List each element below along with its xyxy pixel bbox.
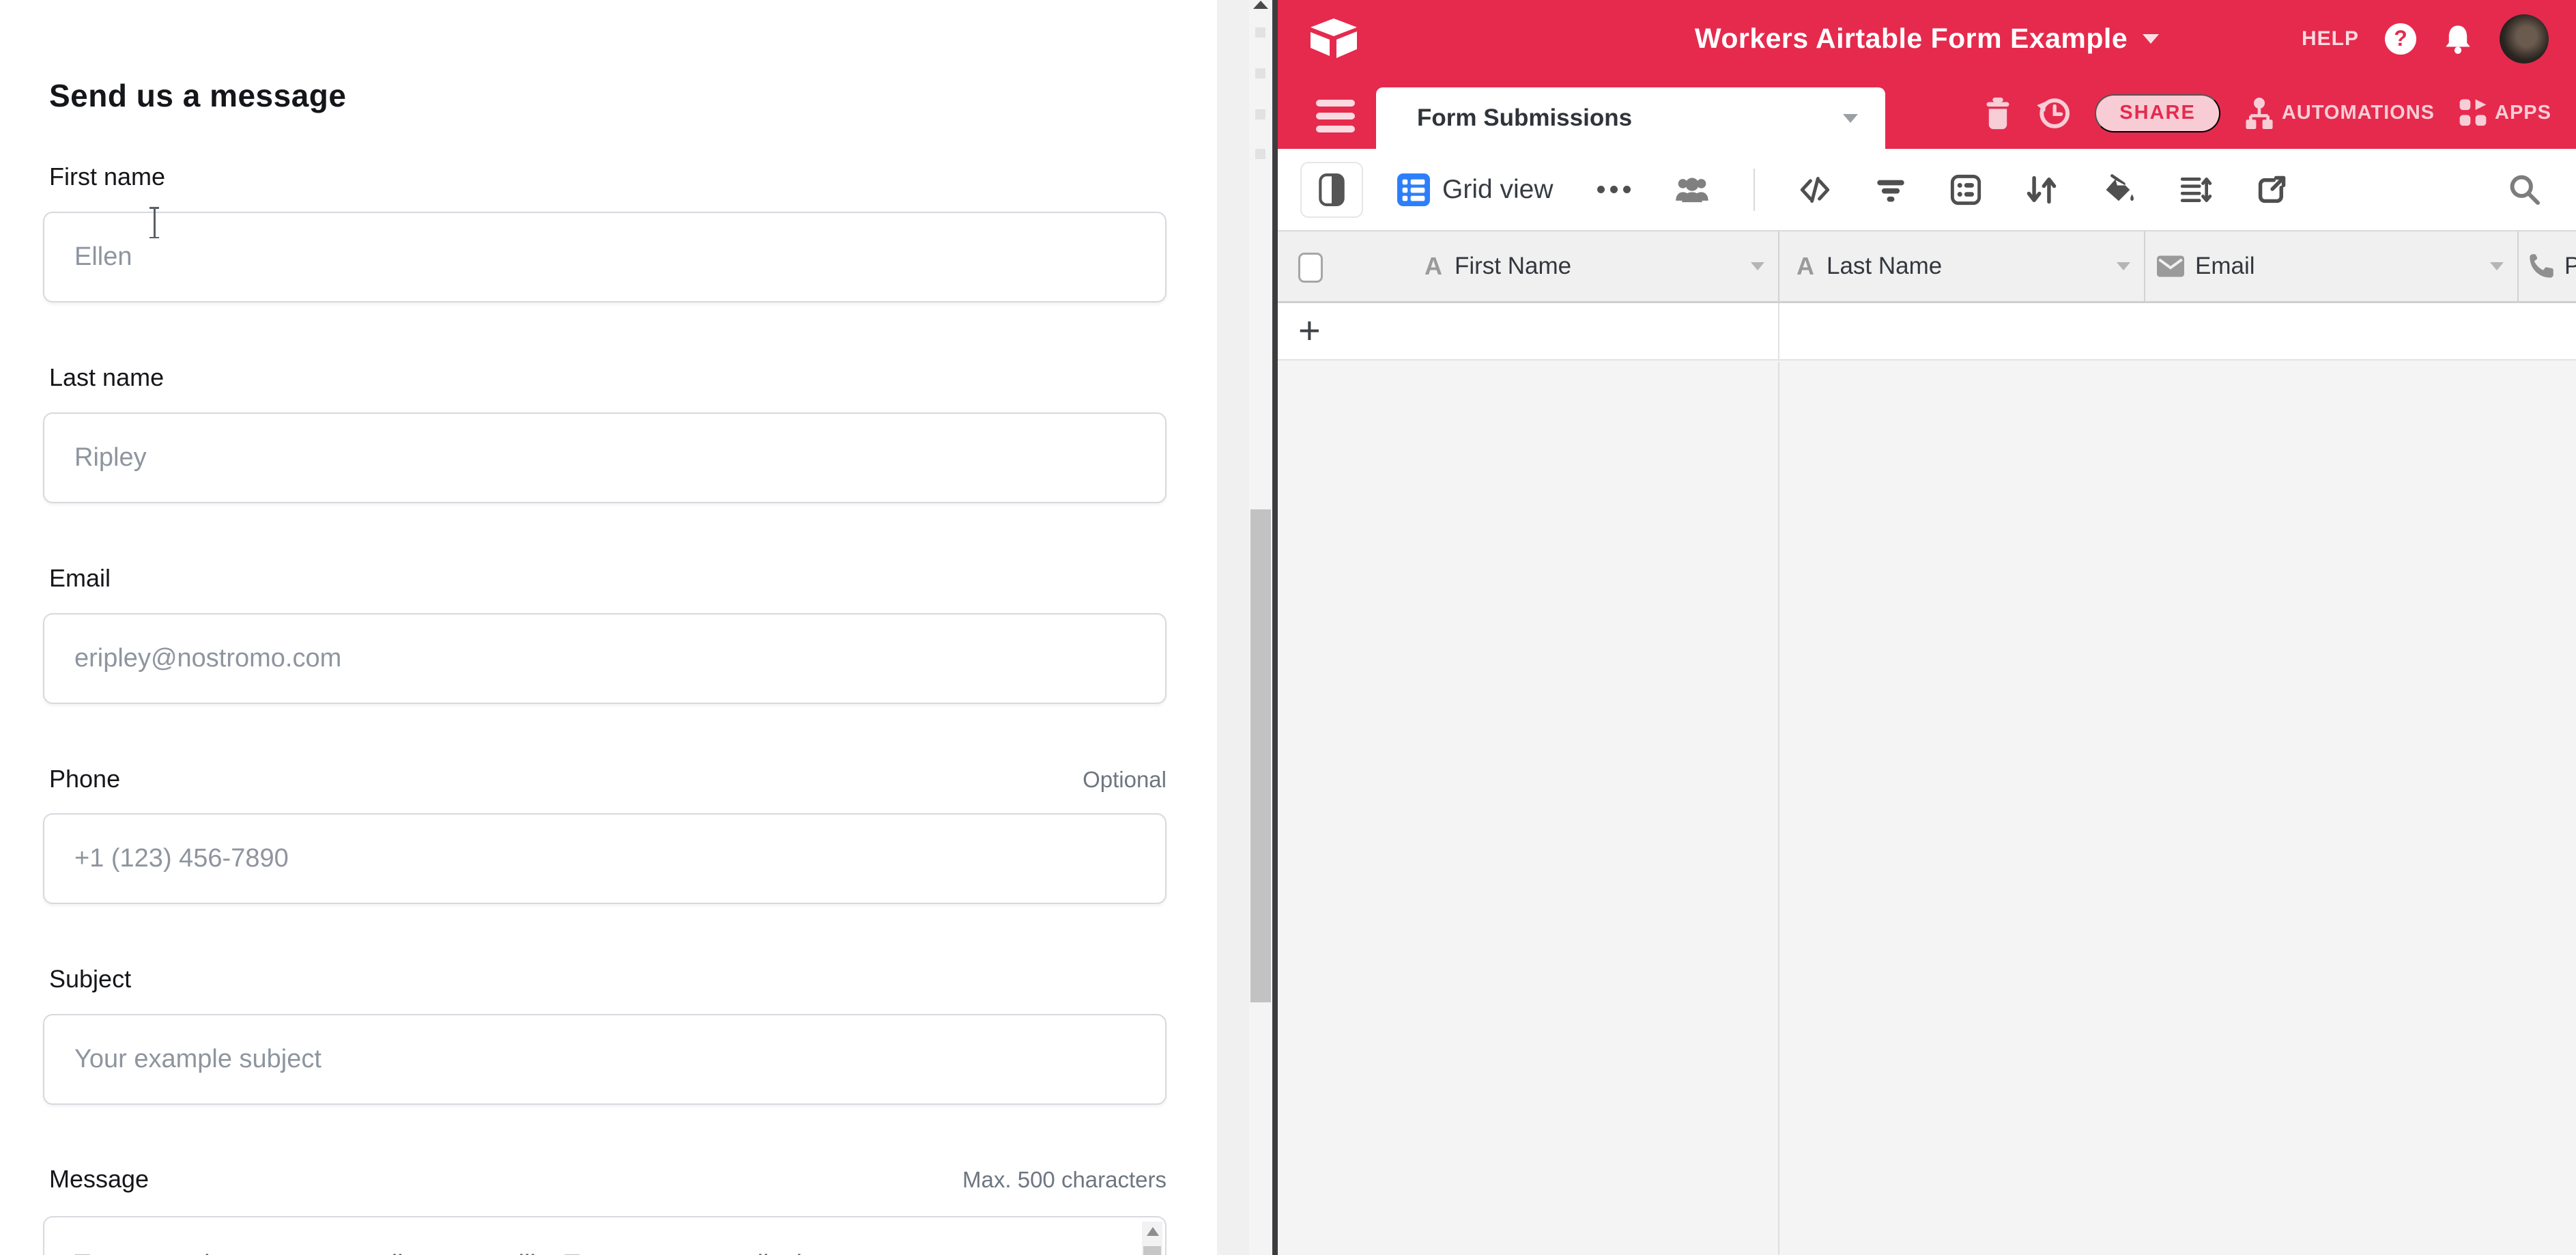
textarea-scrollbar[interactable]	[1142, 1222, 1162, 1255]
column-label: First Name	[1455, 253, 1571, 280]
column-label: Email	[2195, 253, 2255, 280]
view-toolbar: Grid view	[1278, 149, 2576, 230]
scrollbar-mark	[1255, 27, 1265, 38]
first-name-label: First name	[43, 163, 165, 191]
history-icon[interactable]	[2036, 96, 2072, 131]
chevron-down-icon[interactable]	[2143, 34, 2159, 44]
collaborators-icon[interactable]	[1674, 174, 1710, 206]
last-name-input[interactable]	[43, 412, 1167, 503]
share-button[interactable]: SHARE	[2095, 94, 2220, 132]
notifications-bell-icon[interactable]	[2442, 22, 2474, 56]
grid-view-label: Grid view	[1442, 175, 1554, 205]
phone-field-type-icon	[2528, 253, 2555, 280]
text-field-type-icon: A	[1797, 252, 1814, 281]
toolbar-divider	[1754, 169, 1755, 211]
share-label: SHARE	[2119, 102, 2196, 124]
column-label: Last Name	[1827, 253, 1942, 280]
message-text: Tenetur optio quaerat expedita vero et i…	[74, 1247, 1126, 1255]
base-title: Workers Airtable Form Example	[1695, 23, 2128, 55]
scrollbar-mark	[1255, 68, 1265, 79]
tab-form-submissions[interactable]: Form Submissions	[1376, 87, 1885, 149]
apps-label: APPS	[2495, 102, 2551, 124]
table-tab-label: Form Submissions	[1417, 104, 1632, 132]
trash-icon[interactable]	[1983, 96, 2013, 131]
scrollbar-up-icon[interactable]	[1253, 1, 1268, 9]
page-scrollbar	[1249, 0, 1272, 1255]
column-header-last-name[interactable]: A Last Name	[1779, 231, 2144, 301]
contact-form-pane: Send us a message First name Last name E…	[0, 0, 1217, 1255]
view-options-ellipsis-icon[interactable]	[1597, 186, 1631, 193]
phone-label: Phone	[43, 765, 120, 793]
text-field-type-icon: A	[1425, 252, 1442, 281]
window-gutter	[1217, 0, 1249, 1255]
apps-button[interactable]: APPS	[2458, 98, 2551, 129]
email-field-type-icon	[2157, 255, 2184, 277]
last-name-label: Last name	[43, 363, 164, 392]
subject-input[interactable]	[43, 1014, 1167, 1105]
email-field[interactable]	[43, 613, 1167, 704]
column-label: P	[2564, 253, 2576, 280]
grid-view-icon	[1397, 173, 1430, 206]
first-name-input[interactable]	[43, 212, 1167, 302]
color-bucket-icon[interactable]	[2102, 174, 2136, 206]
page-scroll-thumb[interactable]	[1250, 509, 1271, 1002]
message-label: Message	[43, 1165, 149, 1194]
automations-label: AUTOMATIONS	[2282, 102, 2435, 124]
help-button[interactable]: HELP	[2302, 27, 2359, 51]
message-maxchars-note: Max. 500 characters	[962, 1167, 1167, 1193]
airtable-topbar: Workers Airtable Form Example HELP ?	[1278, 0, 2576, 77]
subject-label: Subject	[43, 965, 131, 993]
tab-chevron-down-icon[interactable]	[1843, 114, 1858, 123]
textarea-scroll-thumb[interactable]	[1143, 1246, 1161, 1255]
airtable-logo-icon[interactable]	[1308, 17, 1359, 61]
column-header-email[interactable]: Email	[2145, 231, 2517, 301]
airtable-pane: Workers Airtable Form Example HELP ? For…	[1278, 0, 2576, 1255]
help-question-icon[interactable]: ?	[2385, 23, 2416, 55]
scroll-up-icon[interactable]	[1147, 1227, 1159, 1236]
grid-header-row: A First Name A Last Name Email	[1278, 230, 2576, 303]
share-view-icon[interactable]	[2256, 174, 2287, 206]
apps-icon	[2458, 98, 2488, 129]
column-chevron-down-icon[interactable]	[2117, 262, 2130, 270]
scrollbar-mark	[1255, 109, 1265, 119]
screenshot-root: Send us a message First name Last name E…	[0, 0, 2576, 1255]
airtable-tabbar: Form Submissions	[1278, 77, 2576, 149]
hamburger-menu-icon[interactable]	[1316, 100, 1355, 132]
add-record-row[interactable]: +	[1278, 303, 2576, 361]
scrollbar-mark	[1255, 149, 1265, 159]
search-icon[interactable]	[2504, 172, 2546, 208]
automations-icon	[2244, 96, 2275, 130]
phone-optional-note: Optional	[1083, 767, 1167, 793]
grid-view-chip[interactable]: Grid view	[1397, 173, 1554, 206]
sort-icon[interactable]	[2025, 174, 2058, 206]
grid-empty-body	[1278, 362, 2576, 1255]
base-title-wrap[interactable]: Workers Airtable Form Example	[1695, 23, 2159, 55]
row-height-icon[interactable]	[2179, 174, 2212, 206]
message-textarea[interactable]: Tenetur optio quaerat expedita vero et i…	[43, 1216, 1167, 1255]
group-records-icon[interactable]	[1950, 173, 1981, 206]
view-sidebar-toggle-button[interactable]	[1300, 162, 1363, 218]
column-header-first-name[interactable]: A First Name	[1278, 231, 1778, 301]
email-label: Email	[43, 564, 111, 593]
page-title: Send us a message	[49, 77, 346, 114]
filter-icon[interactable]	[1875, 175, 1906, 205]
automations-button[interactable]: AUTOMATIONS	[2244, 96, 2435, 130]
column-chevron-down-icon[interactable]	[1751, 262, 1764, 270]
add-record-plus-icon[interactable]: +	[1298, 309, 1321, 352]
hide-fields-icon[interactable]	[1799, 175, 1831, 205]
text-cursor-ibeam	[147, 205, 161, 240]
column-header-phone[interactable]: P	[2519, 231, 2576, 301]
column-chevron-down-icon[interactable]	[2490, 262, 2504, 270]
avatar[interactable]	[2500, 14, 2549, 64]
phone-field[interactable]	[43, 813, 1167, 904]
pane-divider	[1272, 0, 1278, 1255]
